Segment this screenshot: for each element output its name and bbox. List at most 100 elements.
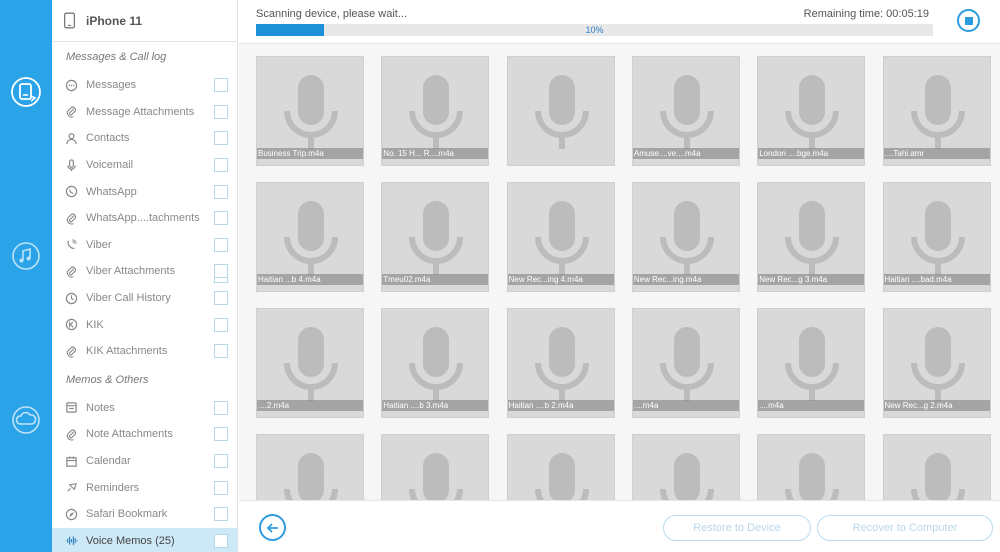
recover-from-icloud-button[interactable] (6, 400, 46, 440)
item-checkbox[interactable] (214, 211, 228, 226)
voice-memo-tile[interactable]: London ....bge.m4a (757, 56, 866, 166)
sidebar-item[interactable]: Safari Bookmark (52, 501, 237, 528)
recover-from-device-button[interactable] (6, 72, 46, 112)
item-checkbox[interactable] (214, 104, 228, 119)
item-checkbox[interactable] (214, 237, 228, 252)
sidebar-item-label: Voice Memos (25) (86, 534, 175, 547)
voice-memo-tile[interactable]: New Rec...g 3.m4a (757, 182, 866, 292)
remaining-time: Remaining time: 00:05:19 (803, 8, 929, 20)
item-checkbox[interactable] (214, 344, 228, 359)
tile-filename: Haitian ...b 4.m4a (257, 274, 363, 285)
sidebar-item[interactable]: Note Attachments (52, 421, 237, 448)
device-recover-icon (11, 77, 41, 107)
viber-icon (64, 238, 78, 252)
sidebar-item[interactable]: WhatsApp....tachments (52, 205, 237, 232)
item-checkbox[interactable] (214, 317, 228, 332)
voice-memo-tile[interactable]: No. 15 H... R....m4a (381, 56, 490, 166)
item-checkbox[interactable] (214, 131, 228, 146)
sidebar-item[interactable]: WhatsApp (52, 178, 237, 205)
sidebar-item-label: Safari Bookmark (86, 508, 168, 521)
sidebar-item[interactable]: Calendar (52, 448, 237, 475)
voice-memo-tile[interactable]: ....2.m4a (256, 308, 364, 418)
microphone-icon (284, 327, 338, 401)
sidebar-item-label: Messages (86, 79, 137, 92)
stop-scan-button[interactable] (957, 9, 980, 32)
sidebar-item[interactable]: Viber (52, 232, 237, 259)
sidebar-item[interactable]: Contacts (52, 125, 237, 152)
microphone-icon (409, 453, 464, 500)
tile-filename: ....m4a (632, 400, 739, 411)
voice-memo-tile[interactable]: ....Tahi.amr (882, 56, 991, 166)
action-bar: Restore to Device Recover to Computer (239, 500, 1000, 552)
item-checkbox[interactable] (214, 264, 228, 279)
device-header: iPhone 11 (52, 0, 237, 283)
sidebar-item-label: Note Attachments (86, 428, 173, 441)
microphone-icon (910, 327, 965, 401)
item-checkbox[interactable] (214, 427, 228, 442)
device-name: iPhone 11 (86, 13, 143, 28)
tile-filename: New Rec...g 2.m4a (883, 400, 990, 411)
voice-memo-tile[interactable] (256, 434, 364, 500)
scan-header: Scanning device, please wait... Remainin… (239, 0, 1000, 43)
sidebar-item-label: WhatsApp....tachments (86, 212, 200, 225)
notes-icon (64, 401, 78, 415)
sidebar-item[interactable]: Voicemail (52, 152, 237, 179)
tile-filename: ....Tahi.amr (883, 148, 990, 159)
voice-memo-tile[interactable] (631, 434, 740, 500)
recover-from-itunes-button[interactable] (6, 236, 46, 276)
voice-memo-tile[interactable] (757, 434, 866, 500)
voice-memo-tile[interactable] (506, 56, 615, 166)
reminder-icon (64, 481, 78, 495)
item-checkbox[interactable] (214, 454, 228, 469)
tile-filename: New Rec...ing.m4a (632, 274, 739, 285)
microphone-icon (534, 75, 589, 149)
scan-progress-bar: 10% (256, 24, 933, 36)
microphone-icon (284, 453, 338, 500)
microphone-icon (659, 75, 714, 149)
voice-memo-tile[interactable] (506, 434, 615, 500)
voice-memo-tile[interactable]: Amuse....ve....m4a (631, 56, 740, 166)
voice-memo-tile[interactable]: Tmeu02.m4a (381, 182, 490, 292)
sidebar-item[interactable]: Message Attachments (52, 99, 237, 126)
sidebar-item[interactable]: Voice Memos (25) (52, 527, 237, 552)
item-checkbox[interactable] (214, 480, 228, 495)
voice-memo-tile[interactable]: Business Trip.m4a (256, 56, 364, 166)
tile-filename: ....2.m4a (257, 400, 363, 411)
restore-to-device-button[interactable]: Restore to Device (663, 515, 811, 541)
sidebar-item[interactable]: Messages (52, 72, 237, 99)
sidebar-item[interactable]: Viber Call History (52, 285, 237, 312)
item-checkbox[interactable] (214, 158, 228, 173)
voice-memo-tile[interactable]: New Rec...g 2.m4a (882, 308, 991, 418)
tile-filename: No. 15 H... R....m4a (382, 148, 489, 159)
tile-filename: New Rec...g 3.m4a (758, 274, 865, 285)
voice-memo-tile[interactable]: ....m4a (631, 308, 740, 418)
voice-memo-tile[interactable]: Haitian ....b 3.m4a (381, 308, 490, 418)
item-checkbox[interactable] (214, 78, 228, 93)
item-checkbox[interactable] (214, 533, 228, 548)
sidebar-item[interactable]: Viber Attachments (52, 258, 237, 285)
sidebar-item[interactable]: Notes (52, 395, 237, 422)
voice-memo-tile[interactable]: ....m4a (757, 308, 866, 418)
item-checkbox[interactable] (214, 184, 228, 199)
sidebar-item[interactable]: Reminders (52, 474, 237, 501)
voice-memo-tile[interactable]: New Rec...ing.m4a (631, 182, 740, 292)
voice-memo-tile[interactable]: Haitian ....bad.m4a (882, 182, 991, 292)
voice-memo-tile[interactable] (882, 434, 991, 500)
sidebar-item[interactable]: KIK (52, 311, 237, 338)
recover-to-computer-button[interactable]: Recover to Computer (817, 515, 993, 541)
voice-memo-tile[interactable]: Haitian ....b 2.m4a (506, 308, 615, 418)
microphone-icon (284, 75, 338, 149)
sidebar-item[interactable]: KIK Attachments (52, 338, 237, 365)
item-checkbox[interactable] (214, 400, 228, 415)
item-checkbox[interactable] (214, 291, 228, 306)
paperclip-icon (64, 105, 78, 119)
back-button[interactable] (259, 514, 286, 541)
voice-memo-tile[interactable]: New Rec...ing 4.m4a (506, 182, 615, 292)
voice-memo-grid: Business Trip.m4a No. 15 H... R....m4a Amu… (239, 43, 1000, 500)
voice-memo-tile[interactable]: Haitian ...b 4.m4a (256, 182, 364, 292)
microphone-icon (785, 201, 840, 275)
microphone-icon (534, 327, 589, 401)
voice-memo-tile[interactable] (381, 434, 490, 500)
item-checkbox[interactable] (214, 507, 228, 522)
tile-filename: Haitian ....b 3.m4a (382, 400, 489, 411)
